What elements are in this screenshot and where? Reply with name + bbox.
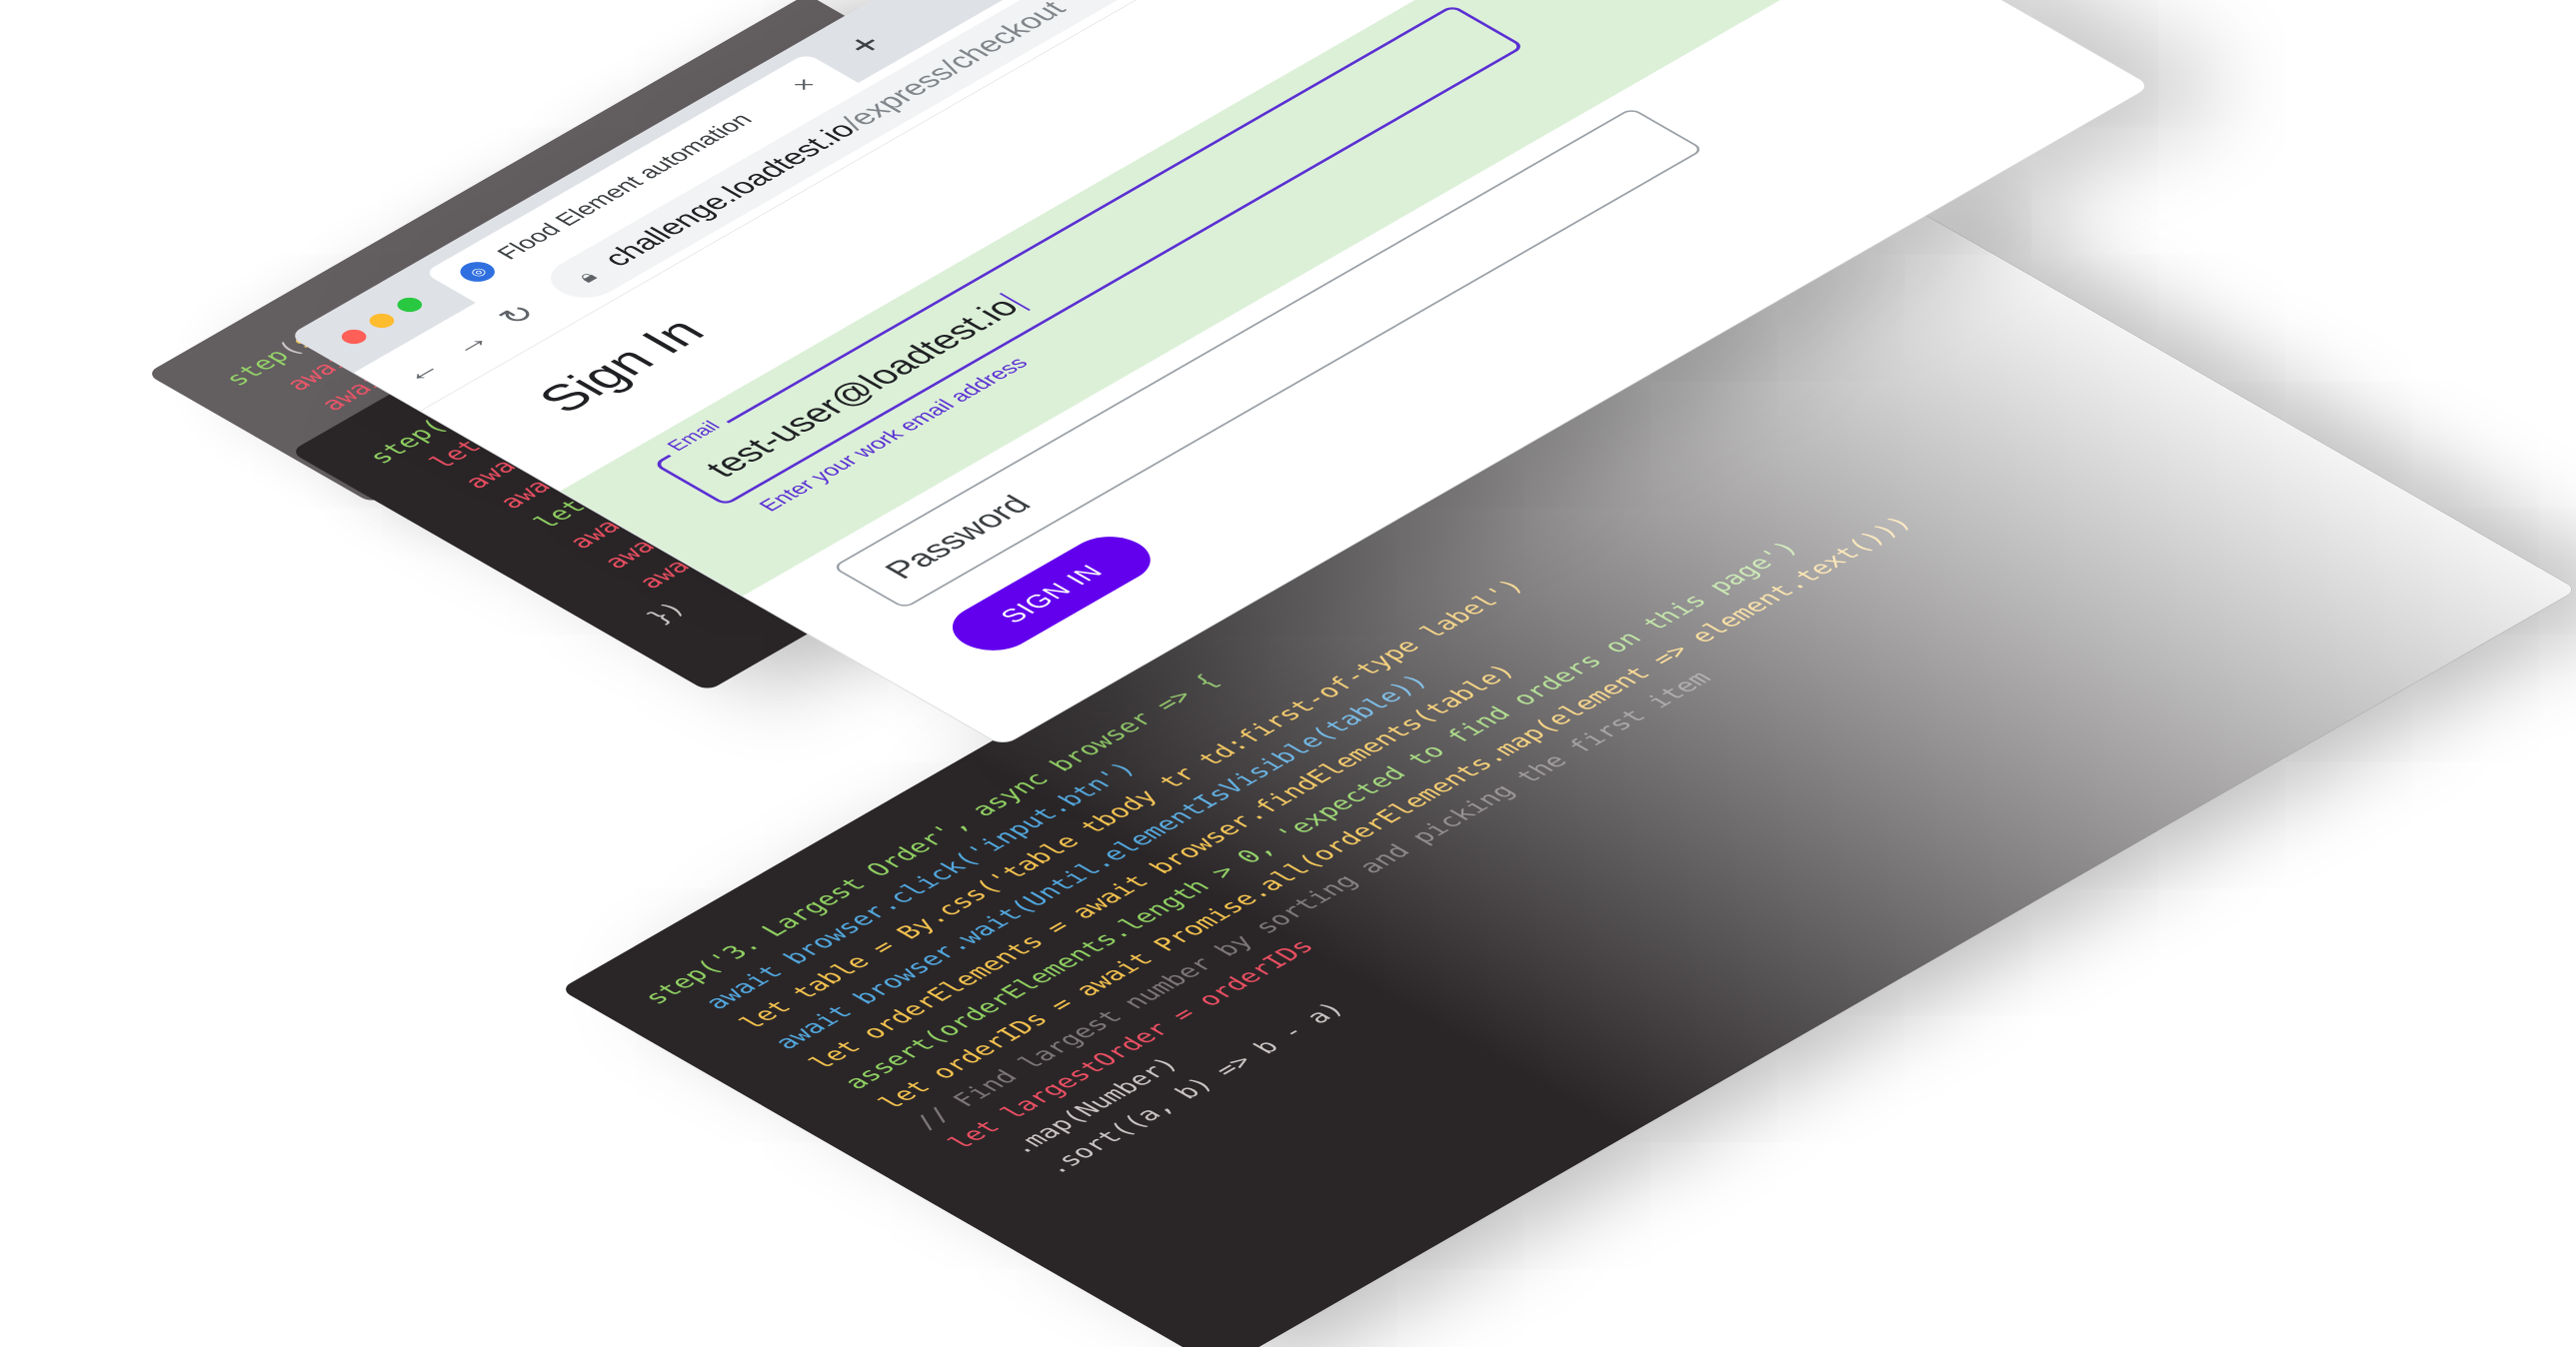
flood-favicon-icon: ◎ [453,258,503,286]
hero-scene: step(step('1. Start', async browser => {… [0,0,2576,1347]
back-arrow-icon[interactable]: ← [385,351,455,391]
forward-arrow-icon[interactable]: → [434,323,504,363]
new-tab-button[interactable]: + [827,23,904,67]
reload-icon[interactable]: ↻ [483,295,553,335]
maximize-window-button[interactable] [392,295,428,315]
lock-icon: 🔒︎ [570,267,603,286]
minimize-window-button[interactable] [364,311,400,331]
close-window-button[interactable] [336,327,372,347]
